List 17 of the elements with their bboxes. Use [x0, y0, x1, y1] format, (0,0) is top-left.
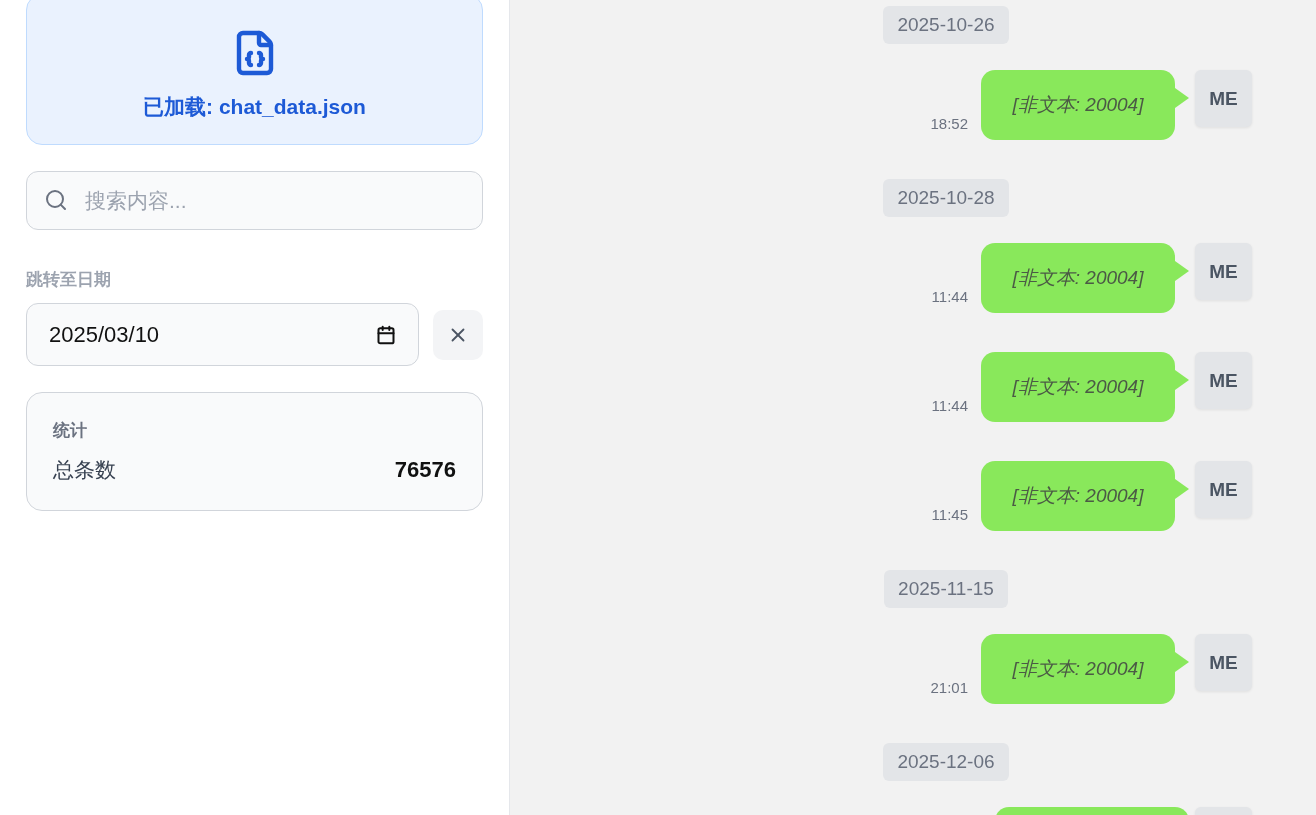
avatar: ME: [1195, 70, 1252, 127]
stat-value: 76576: [394, 457, 456, 483]
message-time: 11:45: [931, 506, 968, 523]
avatar: ME: [1195, 243, 1252, 300]
loaded-file-card[interactable]: 已加载: chat_data.json: [26, 0, 483, 145]
search-field[interactable]: 搜索内容...: [26, 171, 483, 230]
stat-label: 总条数: [53, 457, 116, 483]
avatar: ME: [1195, 634, 1252, 691]
message-time: 11:44: [931, 397, 968, 414]
message-time: 11:44: [931, 288, 968, 305]
avatar: ME: [1195, 461, 1252, 518]
date-input[interactable]: 2025/03/10: [26, 303, 419, 366]
field-label: 跳转至日期: [26, 269, 112, 291]
avatar: ME: [1195, 352, 1252, 409]
message-time: 21:01: [930, 679, 968, 696]
message-time: 18:52: [930, 115, 968, 132]
stats-title: 统计: [53, 420, 88, 442]
